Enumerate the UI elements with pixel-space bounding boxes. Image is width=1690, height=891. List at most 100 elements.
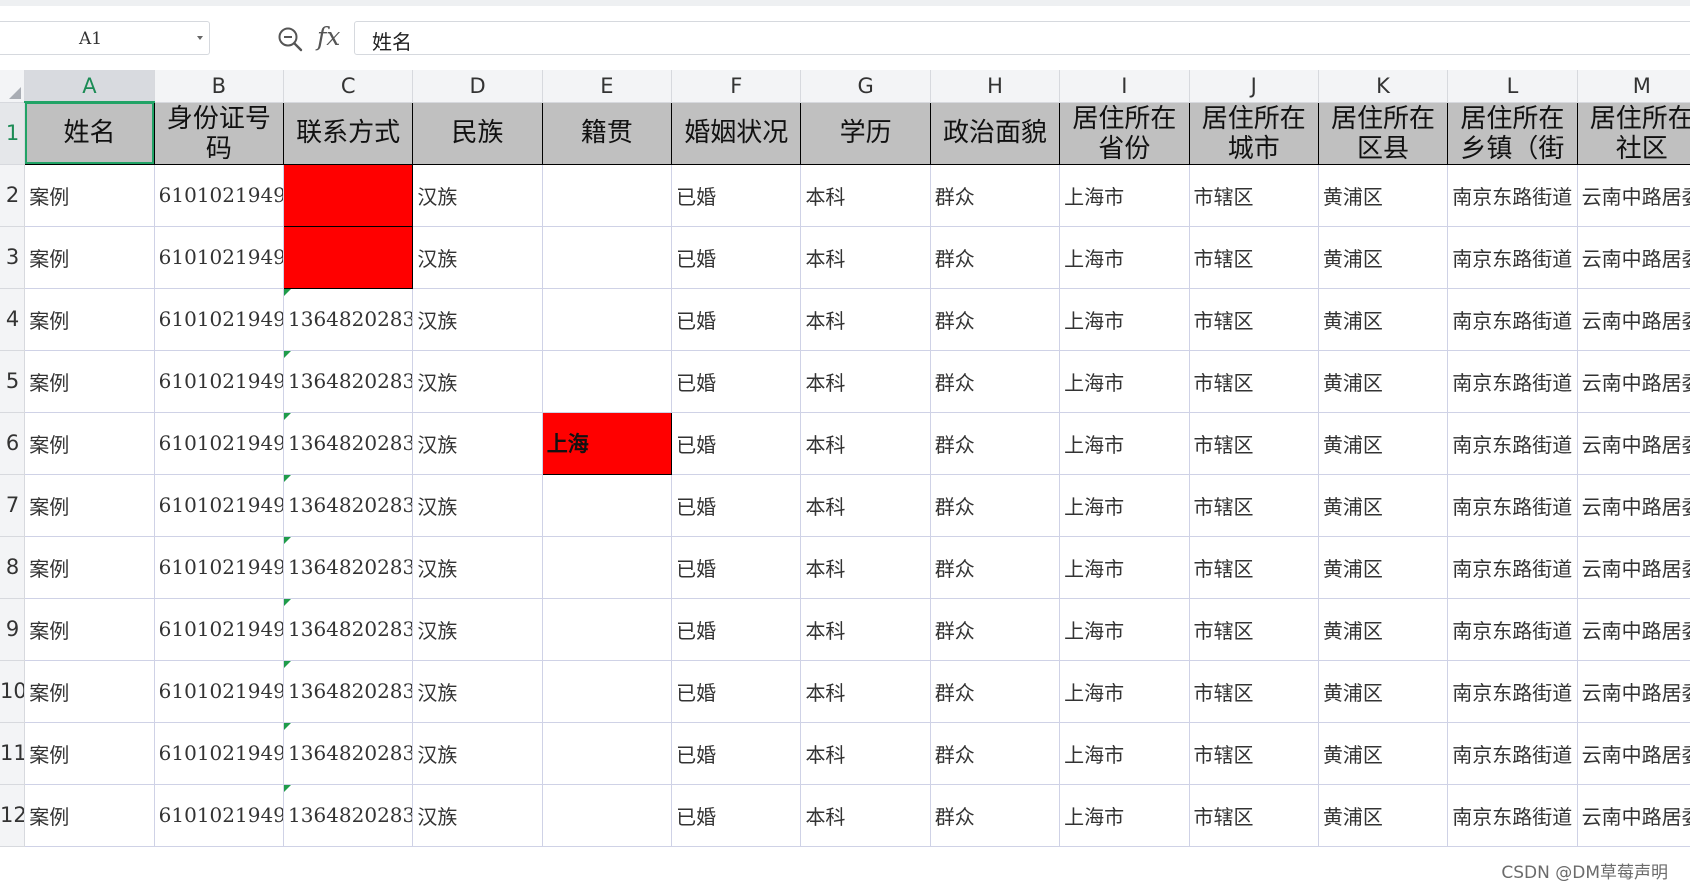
cell-h3[interactable]: 群众 [930, 226, 1061, 289]
cell-j6[interactable]: 市辖区 [1189, 412, 1319, 475]
chevron-down-icon[interactable] [197, 36, 203, 40]
cell-a3[interactable]: 案例 [24, 226, 155, 289]
header-cell-a[interactable]: 姓名 [24, 101, 155, 165]
cell-d10[interactable]: 汉族 [412, 660, 543, 723]
cell-c2[interactable] [282, 163, 414, 227]
name-box[interactable]: A1 [0, 21, 210, 55]
cell-j3[interactable]: 市辖区 [1189, 226, 1319, 289]
cell-d6[interactable]: 汉族 [412, 412, 543, 475]
cell-d2[interactable]: 汉族 [412, 164, 543, 227]
cell-i4[interactable]: 上海市 [1059, 288, 1190, 351]
row-header[interactable]: 6 [0, 412, 26, 475]
cell-h11[interactable]: 群众 [930, 722, 1061, 785]
cell-m6[interactable]: 云南中路居委 [1577, 412, 1690, 475]
select-all-corner[interactable] [0, 70, 26, 103]
cell-d9[interactable]: 汉族 [412, 598, 543, 661]
cell-j5[interactable]: 市辖区 [1189, 350, 1319, 413]
cell-g3[interactable]: 本科 [800, 226, 931, 289]
row-header[interactable]: 3 [0, 226, 26, 289]
cell-d5[interactable]: 汉族 [412, 350, 543, 413]
cell-h5[interactable]: 群众 [930, 350, 1061, 413]
column-header-f[interactable]: F [671, 70, 802, 103]
cell-k7[interactable]: 黄浦区 [1318, 474, 1449, 537]
cell-i3[interactable]: 上海市 [1059, 226, 1190, 289]
row-header[interactable]: 8 [0, 536, 26, 599]
cell-e9[interactable] [542, 598, 673, 661]
cell-i9[interactable]: 上海市 [1059, 598, 1190, 661]
zoom-out-icon[interactable] [277, 26, 303, 52]
row-header[interactable]: 12 [0, 784, 26, 847]
row-header[interactable]: 5 [0, 350, 26, 413]
row-header[interactable]: 2 [0, 164, 26, 227]
cell-e4[interactable] [542, 288, 673, 351]
header-cell-e[interactable]: 籍贯 [541, 101, 673, 165]
cell-b6[interactable]: 610102194903 [154, 412, 285, 475]
cell-k8[interactable]: 黄浦区 [1318, 536, 1449, 599]
column-header-j[interactable]: J [1189, 70, 1319, 103]
cell-m8[interactable]: 云南中路居委 [1577, 536, 1690, 599]
cell-l2[interactable]: 南京东路街道 [1447, 164, 1578, 227]
cell-h7[interactable]: 群众 [930, 474, 1061, 537]
cell-b8[interactable]: 610102194903 [154, 536, 285, 599]
cell-i6[interactable]: 上海市 [1059, 412, 1190, 475]
column-header-k[interactable]: K [1318, 70, 1449, 103]
cell-i11[interactable]: 上海市 [1059, 722, 1190, 785]
cell-h2[interactable]: 群众 [930, 164, 1061, 227]
cell-b11[interactable]: 610102194903 [154, 722, 285, 785]
cell-h6[interactable]: 群众 [930, 412, 1061, 475]
column-header-l[interactable]: L [1447, 70, 1578, 103]
cell-k6[interactable]: 黄浦区 [1318, 412, 1449, 475]
cell-j12[interactable]: 市辖区 [1189, 784, 1319, 847]
cell-f9[interactable]: 已婚 [671, 598, 802, 661]
header-cell-i[interactable]: 居住所在省份 [1059, 101, 1190, 165]
cell-l5[interactable]: 南京东路街道 [1447, 350, 1578, 413]
header-cell-b[interactable]: 身份证号码 [153, 101, 285, 165]
cell-g5[interactable]: 本科 [800, 350, 931, 413]
cell-j2[interactable]: 市辖区 [1189, 164, 1319, 227]
cell-d4[interactable]: 汉族 [412, 288, 543, 351]
cell-m9[interactable]: 云南中路居委 [1577, 598, 1690, 661]
cell-b7[interactable]: 610102194903 [154, 474, 285, 537]
cell-k5[interactable]: 黄浦区 [1318, 350, 1449, 413]
header-cell-g[interactable]: 学历 [800, 101, 931, 165]
cell-f6[interactable]: 已婚 [671, 412, 802, 475]
header-cell-h[interactable]: 政治面貌 [929, 101, 1061, 165]
cell-i2[interactable]: 上海市 [1059, 164, 1190, 227]
cell-b12[interactable]: 610102194903 [154, 784, 285, 847]
cell-j10[interactable]: 市辖区 [1189, 660, 1319, 723]
cell-f7[interactable]: 已婚 [671, 474, 802, 537]
cell-j8[interactable]: 市辖区 [1189, 536, 1319, 599]
cell-a7[interactable]: 案例 [24, 474, 155, 537]
cell-f2[interactable]: 已婚 [671, 164, 802, 227]
cell-f4[interactable]: 已婚 [671, 288, 802, 351]
cell-g9[interactable]: 本科 [800, 598, 931, 661]
cell-m7[interactable]: 云南中路居委 [1577, 474, 1690, 537]
cell-g6[interactable]: 本科 [800, 412, 931, 475]
cell-a2[interactable]: 案例 [24, 164, 155, 227]
cell-b4[interactable]: 610102194903 [154, 288, 285, 351]
cell-d7[interactable]: 汉族 [412, 474, 543, 537]
header-cell-f[interactable]: 婚姻状况 [671, 101, 802, 165]
cell-l8[interactable]: 南京东路街道 [1447, 536, 1578, 599]
header-cell-j[interactable]: 居住所在城市 [1188, 101, 1319, 165]
function-icon[interactable]: fx [317, 21, 340, 53]
cell-d12[interactable]: 汉族 [412, 784, 543, 847]
cell-c5[interactable]: 13648202838 [283, 350, 414, 413]
cell-a8[interactable]: 案例 [24, 536, 155, 599]
cell-l3[interactable]: 南京东路街道 [1447, 226, 1578, 289]
cell-f5[interactable]: 已婚 [671, 350, 802, 413]
column-header-i[interactable]: I [1059, 70, 1190, 103]
cell-h12[interactable]: 群众 [930, 784, 1061, 847]
cell-b5[interactable]: 610102194903 [154, 350, 285, 413]
cell-k10[interactable]: 黄浦区 [1318, 660, 1449, 723]
cell-d8[interactable]: 汉族 [412, 536, 543, 599]
cell-a11[interactable]: 案例 [24, 722, 155, 785]
cell-d11[interactable]: 汉族 [412, 722, 543, 785]
cell-e5[interactable] [542, 350, 673, 413]
cell-f10[interactable]: 已婚 [671, 660, 802, 723]
cell-a12[interactable]: 案例 [24, 784, 155, 847]
cell-h10[interactable]: 群众 [930, 660, 1061, 723]
cell-g10[interactable]: 本科 [800, 660, 931, 723]
cell-i12[interactable]: 上海市 [1059, 784, 1190, 847]
cell-c6[interactable]: 13648202838 [283, 412, 414, 475]
